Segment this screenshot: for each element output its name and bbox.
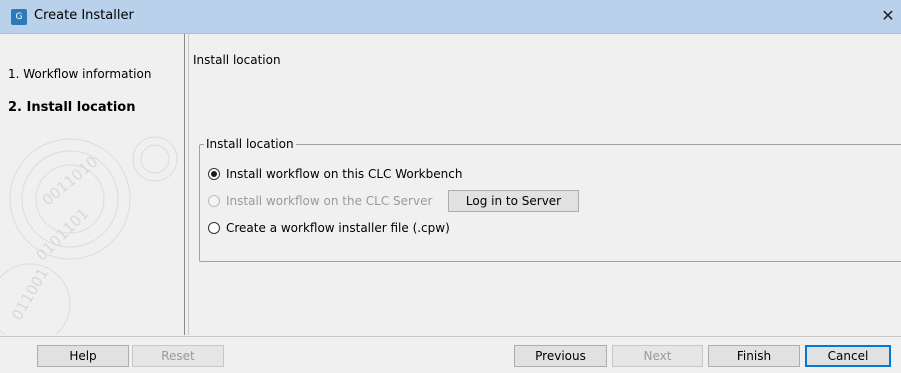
radio-disabled-icon (208, 195, 220, 207)
button-bar: Help Reset Previous Next Finish Cancel (0, 336, 901, 373)
next-button[interactable]: Next (612, 345, 703, 367)
help-button[interactable]: Help (37, 345, 129, 367)
wizard-steps-sidebar: 1. Workflow information 2. Install locat… (0, 34, 185, 335)
option-create-installer-file[interactable]: Create a workflow installer file (.cpw) (208, 219, 450, 237)
option-label: Install workflow on the CLC Server (226, 194, 433, 208)
option-label: Create a workflow installer file (.cpw) (226, 221, 450, 235)
group-legend: Install location (204, 137, 296, 151)
radio-selected-icon[interactable] (208, 168, 220, 180)
decorative-binary-watermark: 0011010 0101101 011001 (0, 136, 178, 335)
option-install-workbench[interactable]: Install workflow on this CLC Workbench (208, 165, 462, 183)
log-in-to-server-button[interactable]: Log in to Server (448, 190, 579, 212)
clc-app-icon: G (11, 9, 27, 25)
previous-button[interactable]: Previous (514, 345, 607, 367)
finish-button[interactable]: Finish (708, 345, 800, 367)
svg-text:0011010: 0011010 (39, 153, 102, 210)
svg-text:0101101: 0101101 (32, 205, 92, 265)
install-location-page: Install location Install location Instal… (188, 34, 901, 335)
title-bar: G Create Installer ✕ (0, 0, 901, 34)
option-install-server: Install workflow on the CLC Server (208, 192, 432, 210)
close-icon[interactable]: ✕ (877, 4, 899, 28)
window-title: Create Installer (34, 8, 134, 23)
cancel-button[interactable]: Cancel (805, 345, 891, 367)
install-location-group: Install location Install workflow on thi… (199, 137, 901, 262)
page-title: Install location (193, 53, 281, 67)
svg-text:011001: 011001 (8, 265, 52, 324)
radio-unselected-icon[interactable] (208, 222, 220, 234)
reset-button[interactable]: Reset (132, 345, 224, 367)
step-workflow-information[interactable]: 1. Workflow information (8, 67, 151, 81)
option-label: Install workflow on this CLC Workbench (226, 167, 463, 181)
